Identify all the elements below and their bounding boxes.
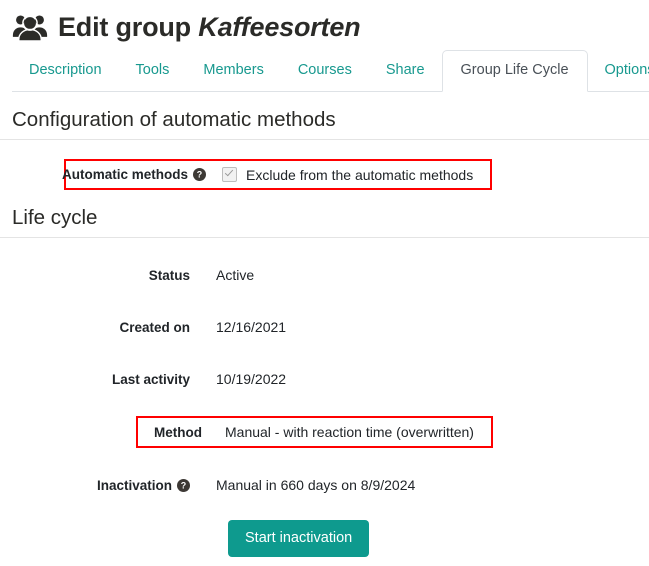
tab-description[interactable]: Description bbox=[12, 50, 119, 92]
inactivation-label: Inactivation bbox=[96, 477, 172, 493]
inactivation-value: Manual in 660 days on 8/9/2024 bbox=[216, 477, 416, 493]
life-cycle-row-status: Status Active bbox=[12, 260, 649, 290]
created-on-label: Created on bbox=[119, 319, 190, 335]
life-cycle-row-method: Method Manual - with reaction time (over… bbox=[136, 416, 493, 448]
exclude-automatic-methods-checkbox-wrap[interactable]: Exclude from the automatic methods bbox=[214, 167, 473, 183]
page-header: Edit group Kaffeesorten bbox=[0, 0, 649, 44]
inactivation-label-group: Inactivation ? bbox=[12, 478, 200, 493]
tab-share[interactable]: Share bbox=[369, 50, 442, 92]
automatic-methods-heading: Configuration of automatic methods bbox=[12, 108, 336, 131]
tab-group-life-cycle[interactable]: Group Life Cycle bbox=[441, 50, 588, 92]
tab-tools[interactable]: Tools bbox=[119, 50, 187, 92]
method-label: Method bbox=[154, 424, 202, 440]
tab-strip: Description Tools Members Courses Share … bbox=[0, 50, 649, 92]
status-value: Active bbox=[216, 267, 255, 283]
life-cycle-row-created-on: Created on 12/16/2021 bbox=[12, 312, 649, 342]
life-cycle-actions: Start inactivation bbox=[0, 520, 649, 557]
life-cycle-row-last-activity: Last activity 10/19/2022 bbox=[12, 364, 649, 394]
automatic-methods-form: Automatic methods ? Exclude from the aut… bbox=[0, 140, 649, 190]
exclude-automatic-methods-checkbox[interactable] bbox=[222, 167, 237, 182]
edit-group-page: Edit group Kaffeesorten Description Tool… bbox=[0, 0, 649, 566]
status-label: Status bbox=[148, 267, 190, 283]
svg-text:?: ? bbox=[181, 480, 186, 490]
life-cycle-row-method-wrap: Method Manual - with reaction time (over… bbox=[12, 416, 649, 448]
question-mark-circle-icon[interactable]: ? bbox=[193, 168, 206, 181]
last-activity-label: Last activity bbox=[111, 371, 190, 387]
life-cycle-form: Status Active Created on 12/16/2021 Last… bbox=[0, 260, 649, 500]
life-cycle-divider bbox=[0, 237, 649, 238]
life-cycle-section: Life cycle bbox=[0, 190, 649, 237]
users-group-icon bbox=[12, 15, 48, 41]
automatic-methods-label-group: Automatic methods ? bbox=[62, 167, 214, 182]
page-title-group-name: Kaffeesorten bbox=[198, 12, 361, 42]
automatic-methods-label: Automatic methods bbox=[61, 167, 188, 182]
life-cycle-heading: Life cycle bbox=[12, 206, 98, 229]
svg-text:?: ? bbox=[197, 170, 202, 180]
automatic-methods-section: Configuration of automatic methods bbox=[0, 92, 649, 139]
tab-members[interactable]: Members bbox=[186, 50, 280, 92]
last-activity-value: 10/19/2022 bbox=[216, 371, 287, 387]
automatic-methods-row: Automatic methods ? Exclude from the aut… bbox=[62, 159, 492, 190]
question-mark-circle-icon[interactable]: ? bbox=[177, 478, 190, 492]
tab-list: Description Tools Members Courses Share … bbox=[12, 50, 649, 92]
page-title-prefix: Edit group bbox=[58, 12, 191, 42]
exclude-automatic-methods-label: Exclude from the automatic methods bbox=[246, 166, 474, 183]
life-cycle-row-inactivation: Inactivation ? Manual in 660 days on 8/9… bbox=[12, 470, 649, 500]
tab-courses[interactable]: Courses bbox=[281, 50, 369, 92]
start-inactivation-button[interactable]: Start inactivation bbox=[228, 520, 370, 557]
page-title: Edit group Kaffeesorten bbox=[58, 11, 361, 43]
created-on-value: 12/16/2021 bbox=[216, 319, 287, 335]
method-value: Manual - with reaction time (overwritten… bbox=[225, 424, 474, 440]
tab-options[interactable]: Options bbox=[588, 50, 649, 92]
